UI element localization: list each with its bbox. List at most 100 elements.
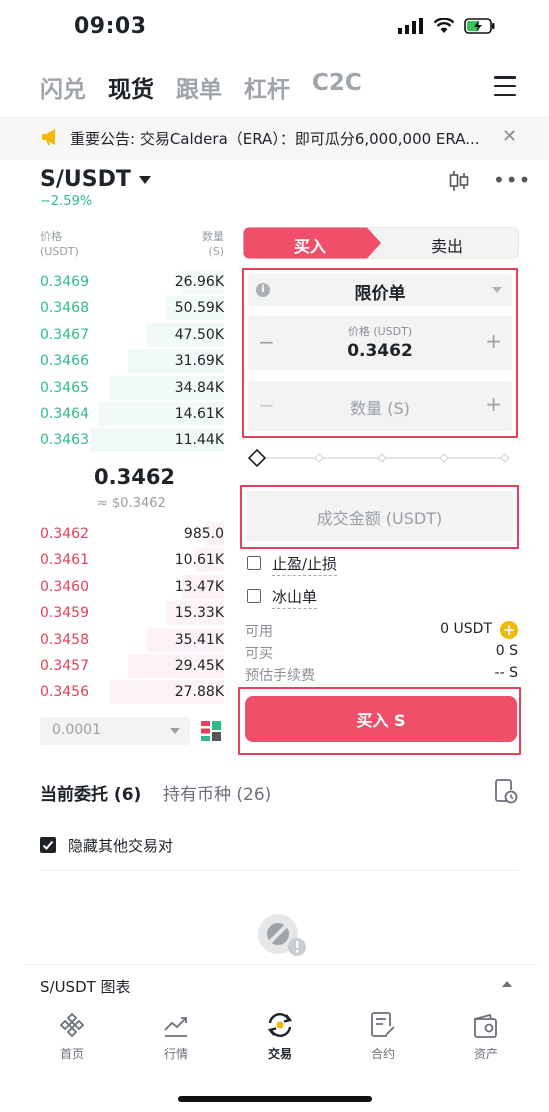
order-type-select[interactable]: i 限价单 [248, 274, 512, 306]
bid-quantity: 985.0 [183, 526, 224, 542]
ask-order-row[interactable]: 0.3466 31.69K [0, 349, 232, 375]
hide-others-label[interactable]: 隐藏其他交易对 [68, 835, 173, 856]
tab-home[interactable]: 首页 [32, 1005, 112, 1062]
wifi-icon [434, 18, 454, 33]
announcement-text[interactable]: 重要公告: 交易Caldera（ERA）：即可瓜分6,000,000 ERA..… [70, 128, 480, 149]
chart-toggle-label[interactable]: S/USDT 图表 [40, 976, 131, 997]
bid-quantity: 13.47K [174, 578, 224, 595]
trade-icon [267, 1013, 293, 1037]
buy-sell-toggle[interactable]: 买入 卖出 [243, 227, 519, 259]
tpsl-label[interactable]: 止盈/止损 [272, 553, 338, 576]
bottom-tab-bar: 首页 行情 交易 合约 资产 [0, 1005, 549, 1075]
close-icon[interactable]: ✕ [502, 126, 517, 147]
ask-order-row[interactable]: 0.3465 34.84K [0, 375, 232, 402]
more-options-icon[interactable]: ••• [493, 168, 531, 192]
contract-icon [371, 1012, 395, 1037]
tab-futures[interactable]: 合约 [343, 1005, 423, 1062]
last-price-usd: ≈ $0.3462 [97, 496, 166, 511]
nav-tab-margin[interactable]: 杠杆 [244, 70, 290, 104]
bid-price: 0.3460 [40, 578, 89, 595]
bid-price: 0.3462 [40, 526, 89, 542]
pair-selector[interactable]: S/USDT [40, 167, 151, 192]
ask-order-row[interactable]: 0.3469 26.96K [0, 270, 232, 296]
iceberg-label[interactable]: 冰山单 [272, 586, 318, 609]
sell-tab[interactable]: 卖出 [431, 233, 463, 257]
divider [40, 870, 518, 871]
orderbook-price-header: 价格 (USDT) [40, 230, 79, 258]
tab-assets[interactable]: 资产 [446, 1005, 526, 1062]
caret-down-icon [492, 287, 502, 293]
buy-tab[interactable]: 买入 [294, 233, 326, 257]
last-price: 0.3462 [94, 465, 176, 489]
orderbook-qty-header: 数量 (S) [202, 230, 224, 258]
tab-open-orders[interactable]: 当前委托 (6) [40, 780, 141, 805]
bid-order-row[interactable]: 0.3462 985.0 [0, 522, 232, 548]
tab-holdings[interactable]: 持有币种 (26) [163, 780, 271, 805]
bid-price: 0.3458 [40, 631, 89, 648]
precision-select[interactable]: 0.0001 [40, 717, 190, 745]
candlestick-icon[interactable] [448, 170, 470, 192]
tab-markets[interactable]: 行情 [136, 1005, 216, 1062]
cellular-signal-icon [398, 18, 423, 34]
nav-tab-convert[interactable]: 闪兑 [40, 70, 86, 104]
caret-up-icon[interactable] [502, 981, 512, 987]
megaphone-icon [42, 129, 55, 145]
nav-tab-spot[interactable]: 现货 [108, 70, 154, 104]
bid-quantity: 10.61K [174, 552, 224, 569]
ask-order-row[interactable]: 0.3467 47.50K [0, 322, 232, 349]
bid-price: 0.3461 [40, 552, 89, 569]
tab-trade[interactable]: 交易 [240, 1005, 320, 1062]
bid-order-row[interactable]: 0.3461 10.61K [0, 548, 232, 574]
nav-tab-copy-trading[interactable]: 跟单 [176, 70, 222, 104]
tpsl-checkbox[interactable] [247, 556, 261, 570]
amount-slider[interactable] [245, 447, 519, 469]
ask-quantity: 50.59K [174, 300, 224, 317]
pair-name: S/USDT [40, 167, 131, 192]
increase-qty-button[interactable]: + [485, 392, 502, 416]
ask-quantity: 11.44K [174, 432, 224, 449]
iceberg-checkbox[interactable] [247, 589, 261, 603]
bid-order-row[interactable]: 0.3459 15.33K [0, 601, 232, 627]
ask-quantity: 47.50K [174, 326, 224, 343]
bid-order-row[interactable]: 0.3458 35.41K [0, 627, 232, 654]
nav-tab-c2c[interactable]: C2C [312, 70, 362, 96]
can-buy-row: 可买 0 S [245, 643, 518, 662]
ask-quantity: 26.96K [174, 274, 224, 290]
ask-order-row[interactable]: 0.3463 11.44K [0, 428, 232, 454]
wallet-icon [474, 1013, 497, 1038]
chart-icon [164, 1017, 187, 1037]
ask-price: 0.3465 [40, 379, 89, 396]
ask-price: 0.3468 [40, 300, 89, 317]
bid-order-row[interactable]: 0.3456 27.88K [0, 680, 232, 706]
buy-button[interactable]: 买入 S [245, 696, 517, 742]
status-icons [398, 18, 496, 34]
toggle-shape [243, 227, 519, 259]
bid-order-row[interactable]: 0.3460 13.47K [0, 574, 232, 601]
menu-icon[interactable] [494, 76, 516, 96]
ask-order-row[interactable]: 0.3468 50.59K [0, 296, 232, 322]
orderbook-layout-icon[interactable] [200, 720, 222, 742]
increase-price-button[interactable]: + [485, 329, 502, 353]
quantity-input[interactable]: − 数量 (S) + [248, 381, 512, 431]
bid-order-row[interactable]: 0.3457 29.45K [0, 654, 232, 680]
price-input[interactable]: − 价格 (USDT) 0.3462 + [248, 316, 512, 370]
ask-price: 0.3466 [40, 353, 89, 370]
bid-quantity: 15.33K [174, 605, 224, 622]
order-history-icon[interactable] [494, 778, 518, 804]
ask-order-row[interactable]: 0.3464 14.61K [0, 402, 232, 428]
ask-quantity: 31.69K [174, 353, 224, 370]
empty-state-icon [258, 914, 306, 956]
bid-price: 0.3457 [40, 658, 89, 674]
fee-row: 预估手续费 -- S [245, 665, 518, 684]
amount-input[interactable]: 成交金额 (USDT) [246, 491, 513, 541]
hide-others-checkbox[interactable] [40, 837, 56, 853]
caret-down-icon [170, 728, 180, 734]
bid-price: 0.3459 [40, 605, 89, 622]
bid-quantity: 27.88K [174, 684, 224, 701]
ask-price: 0.3467 [40, 326, 89, 343]
ask-quantity: 34.84K [174, 379, 224, 396]
ask-price: 0.3464 [40, 406, 89, 422]
available-row: 可用 0 USDT + [245, 621, 518, 641]
battery-charging-icon [464, 18, 495, 34]
add-funds-icon[interactable]: + [500, 621, 518, 639]
